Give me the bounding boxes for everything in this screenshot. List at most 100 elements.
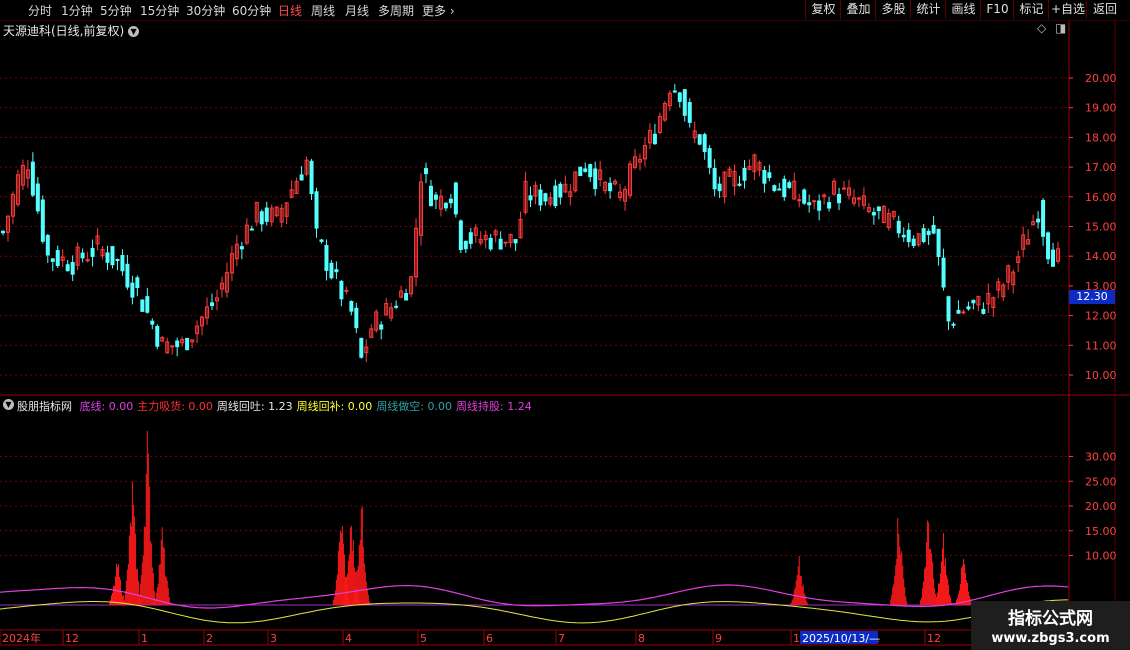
x-axis-label: 2 — [206, 632, 213, 645]
candle-body — [150, 320, 155, 325]
candle-body — [443, 202, 448, 209]
y-tick-label: 20.00 — [1085, 500, 1117, 513]
tab-period[interactable]: 60分钟 — [232, 2, 271, 19]
candle-body — [394, 305, 399, 308]
candle-body — [677, 92, 682, 102]
candle-body — [588, 164, 593, 178]
candle-body — [966, 306, 971, 310]
candle-body — [558, 183, 563, 198]
candle-body — [448, 198, 453, 204]
toolbar-button[interactable]: 统计 — [910, 0, 946, 19]
tab-period[interactable]: 1分钟 — [61, 2, 93, 19]
y-tick-label: 10.00 — [1085, 369, 1117, 382]
y-tick-label: 25.00 — [1085, 475, 1117, 488]
candle-body — [110, 246, 115, 266]
candle-body — [50, 258, 55, 262]
candle-body — [1046, 232, 1051, 260]
toolbar-button[interactable]: 多股 — [875, 0, 911, 19]
candle-body — [433, 194, 438, 200]
candle-body — [140, 299, 145, 312]
toolbar-button[interactable]: 复权 — [805, 0, 841, 19]
candle-body — [498, 238, 503, 250]
candle-body — [329, 262, 334, 279]
candle-body — [428, 185, 433, 207]
candle-body — [125, 263, 130, 288]
x-axis-label: 9 — [715, 632, 722, 645]
stock-chart[interactable]: 10.0011.0012.0013.0014.0015.0016.0017.00… — [0, 0, 1130, 650]
candle-body — [264, 207, 269, 222]
tab-period-active[interactable]: 日线 — [278, 2, 302, 19]
y-tick-label: 10.00 — [1085, 550, 1117, 563]
candle-body — [130, 282, 135, 298]
candle-body — [797, 199, 802, 202]
candle-body — [35, 183, 40, 212]
x-axis-label: 8 — [638, 632, 645, 645]
y-tick-label: 30.00 — [1085, 451, 1117, 464]
candle-body — [553, 185, 558, 207]
y-tick-label: 12.00 — [1085, 310, 1117, 323]
candle-body — [777, 188, 782, 191]
chevron-right-icon: › — [449, 4, 455, 18]
tab-period[interactable]: 月线 — [345, 2, 369, 19]
cursor-date-label: 2025/10/13/— — [802, 632, 880, 645]
candle-body — [1, 230, 5, 234]
x-axis-label: 4 — [345, 632, 352, 645]
candle-body — [702, 134, 707, 153]
candle-body — [921, 228, 926, 243]
tab-period[interactable]: 15分钟 — [140, 2, 179, 19]
y-tick-label: 19.00 — [1085, 102, 1117, 115]
candle-body — [941, 257, 946, 288]
candle-body — [458, 220, 463, 251]
tab-period[interactable]: 多周期 — [378, 2, 414, 19]
chevron-down-icon[interactable]: ▼ — [3, 399, 14, 410]
candle-body — [80, 252, 85, 259]
candle-body — [936, 228, 941, 258]
legend-item: 周线持股: 1.24 — [456, 400, 532, 413]
toolbar-button[interactable]: 叠加 — [840, 0, 876, 19]
candle-body — [65, 264, 70, 272]
toolbar-button[interactable]: 画线 — [945, 0, 981, 19]
legend-item: 周线回吐: 1.23 — [216, 400, 293, 413]
candle-body — [583, 168, 588, 172]
candle-body — [463, 240, 468, 250]
x-axis-label: 7 — [558, 632, 565, 645]
toolbar-button[interactable]: +自选 — [1048, 0, 1087, 19]
candle-body — [249, 228, 254, 231]
diamond-icon[interactable]: ◇ — [1037, 21, 1046, 35]
candle-body — [707, 148, 712, 168]
x-axis-label: 12 — [65, 632, 79, 645]
toolbar-button[interactable]: 返回 — [1086, 0, 1123, 19]
candle-body — [175, 340, 180, 348]
candle-body — [453, 182, 458, 215]
tab-period[interactable]: 30分钟 — [186, 2, 225, 19]
candle-body — [324, 245, 329, 271]
toolbar-button[interactable]: 标记 — [1013, 0, 1049, 19]
candle-body — [896, 220, 901, 234]
candle-body — [837, 193, 842, 204]
legend-item: 周线回补: 0.00 — [296, 400, 373, 413]
window-toggle-icon[interactable]: ◨ — [1055, 21, 1066, 35]
candle-body — [40, 199, 45, 242]
toolbar-button[interactable]: F10 — [980, 0, 1014, 19]
tab-period[interactable]: 分时 — [28, 2, 52, 19]
candle-body — [70, 262, 75, 275]
candle-body — [672, 90, 677, 93]
candle-body — [911, 238, 916, 246]
candle-body — [593, 168, 598, 190]
candle-body — [299, 174, 304, 181]
candle-body — [314, 191, 319, 229]
candle-body — [319, 239, 324, 242]
candle-body — [344, 289, 349, 292]
candle-body — [145, 296, 150, 313]
candle-body — [45, 234, 50, 256]
candle-body — [185, 338, 190, 351]
tab-period[interactable]: 5分钟 — [100, 2, 132, 19]
candle-body — [404, 293, 409, 301]
tab-period[interactable]: 周线 — [311, 2, 335, 19]
candle-body — [787, 182, 792, 188]
legend-item: 底线: 0.00 — [79, 400, 134, 413]
candle-body — [827, 202, 832, 209]
tab-more[interactable]: 更多 › — [422, 2, 455, 19]
candle-body — [55, 250, 60, 267]
chevron-down-icon[interactable]: ▼ — [128, 26, 140, 37]
